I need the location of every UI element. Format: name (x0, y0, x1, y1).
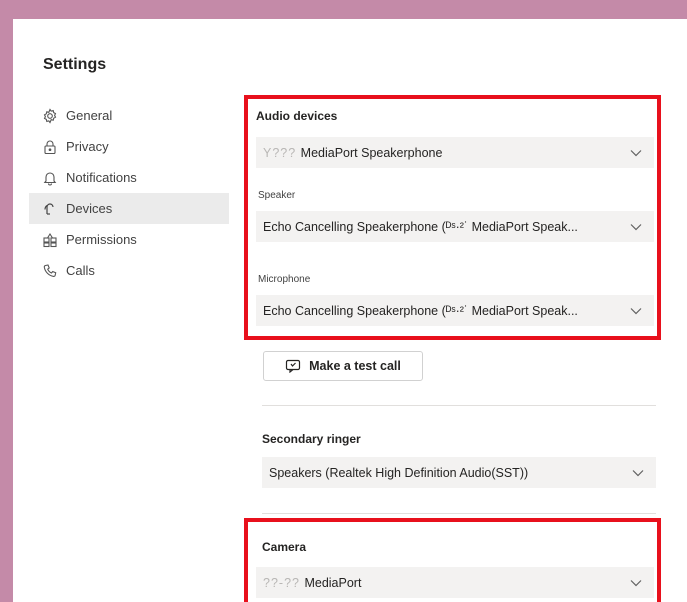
nav-item-label: Devices (66, 201, 113, 216)
secondary-ringer-dropdown[interactable]: Speakers (Realtek High Definition Audio(… (262, 457, 656, 488)
test-call-icon (286, 359, 301, 373)
nav-item-label: Permissions (66, 232, 137, 247)
test-call-label: Make a test call (309, 359, 401, 373)
nav-item-general[interactable]: General (29, 100, 229, 131)
divider (262, 513, 656, 514)
nav-item-calls[interactable]: Calls (29, 255, 229, 286)
chevron-down-icon (632, 469, 644, 476)
lock-icon (42, 139, 58, 155)
highlight-box-audio (244, 95, 661, 340)
nav-item-privacy[interactable]: Privacy (29, 131, 229, 162)
settings-window: Settings General Privacy Notifications D… (13, 19, 687, 602)
gear-icon (42, 107, 58, 124)
page-title: Settings (43, 56, 107, 73)
device-icon (42, 201, 58, 217)
nav-item-label: Calls (66, 263, 95, 278)
make-test-call-button[interactable]: Make a test call (263, 351, 423, 381)
divider (262, 405, 656, 406)
secondary-ringer-value: Speakers (Realtek High Definition Audio(… (269, 465, 529, 480)
nav-item-permissions[interactable]: Permissions (29, 224, 229, 255)
highlight-box-camera (244, 518, 661, 602)
nav-item-notifications[interactable]: Notifications (29, 162, 229, 193)
settings-nav: General Privacy Notifications Devices Pe… (29, 100, 229, 286)
permissions-icon (42, 232, 58, 248)
secondary-ringer-heading: Secondary ringer (262, 432, 361, 446)
bell-icon (42, 170, 58, 186)
nav-item-devices[interactable]: Devices (29, 193, 229, 224)
nav-item-label: Notifications (66, 170, 137, 185)
phone-icon (42, 263, 58, 279)
nav-item-label: General (66, 108, 113, 123)
nav-item-label: Privacy (66, 139, 109, 154)
